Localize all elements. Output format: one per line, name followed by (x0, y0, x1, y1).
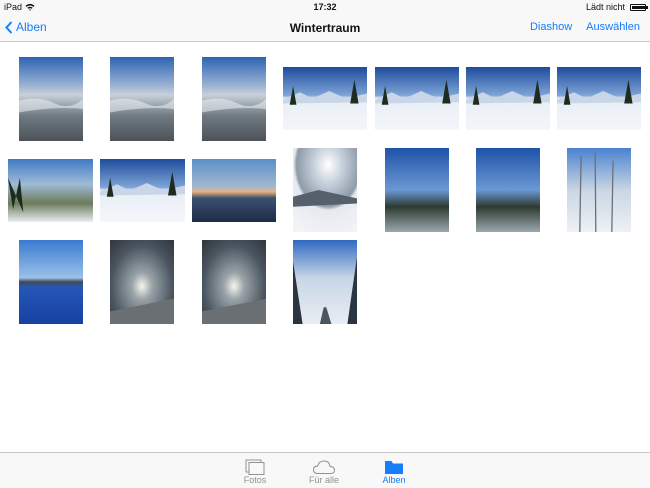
charging-status: Lädt nicht (585, 2, 625, 12)
photo-sun-clouds[interactable] (110, 240, 174, 324)
back-button-label: Alben (16, 20, 47, 34)
folder-icon (385, 461, 403, 474)
photo-trees-fence[interactable] (385, 148, 449, 232)
battery-icon (630, 3, 648, 11)
select-button[interactable]: Auswählen (586, 21, 640, 33)
photo-snow-trees-mountains[interactable] (283, 67, 367, 130)
photo-grid (0, 42, 650, 452)
tab-alben-label: Alben (382, 475, 406, 485)
status-right: Lädt nicht (585, 2, 648, 12)
tab-fotos-label: Fotos (243, 475, 267, 485)
photo-snow-tracks[interactable] (466, 67, 550, 130)
photo-snow-hut[interactable] (557, 67, 641, 130)
status-time: 17:32 (313, 2, 337, 12)
navigation-bar: Alben Wintertraum Diashow Auswählen (0, 14, 650, 42)
photo-dramatic-clouds[interactable] (202, 240, 266, 324)
photo-snow-slope-trees[interactable] (100, 159, 185, 222)
photo-birch-trees[interactable] (567, 148, 631, 232)
photo-aerial-clouds-1[interactable] (19, 57, 83, 141)
photo-sun-snow-slope[interactable] (293, 148, 357, 232)
photo-aerial-clouds-2[interactable] (202, 57, 266, 141)
back-button[interactable]: Alben (5, 20, 47, 34)
tab-alben[interactable]: Alben (364, 457, 424, 485)
slideshow-button[interactable]: Diashow (530, 21, 572, 33)
photo-aerial-wing[interactable] (110, 57, 174, 141)
photo-dark-forest[interactable] (476, 148, 540, 232)
tab-fuer-alle[interactable]: Für alle (294, 457, 354, 485)
photo-sunset-mountains[interactable] (192, 159, 276, 222)
photo-snowy-road[interactable] (293, 240, 357, 324)
photo-snow-field-mountains[interactable] (375, 67, 459, 130)
tab-bar: Fotos Für alle Alben (0, 452, 650, 488)
photos-icon (245, 459, 265, 475)
photo-valley-view[interactable] (8, 159, 93, 222)
tab-fotos[interactable]: Fotos (225, 457, 285, 485)
cloud-icon (312, 460, 336, 474)
nav-actions: Diashow Auswählen (530, 21, 640, 33)
status-bar: iPad 17:32 Lädt nicht (0, 0, 650, 14)
photo-blue-lake[interactable] (19, 240, 83, 324)
tab-fuer-alle-label: Für alle (308, 475, 339, 485)
chevron-left-icon (5, 20, 13, 34)
